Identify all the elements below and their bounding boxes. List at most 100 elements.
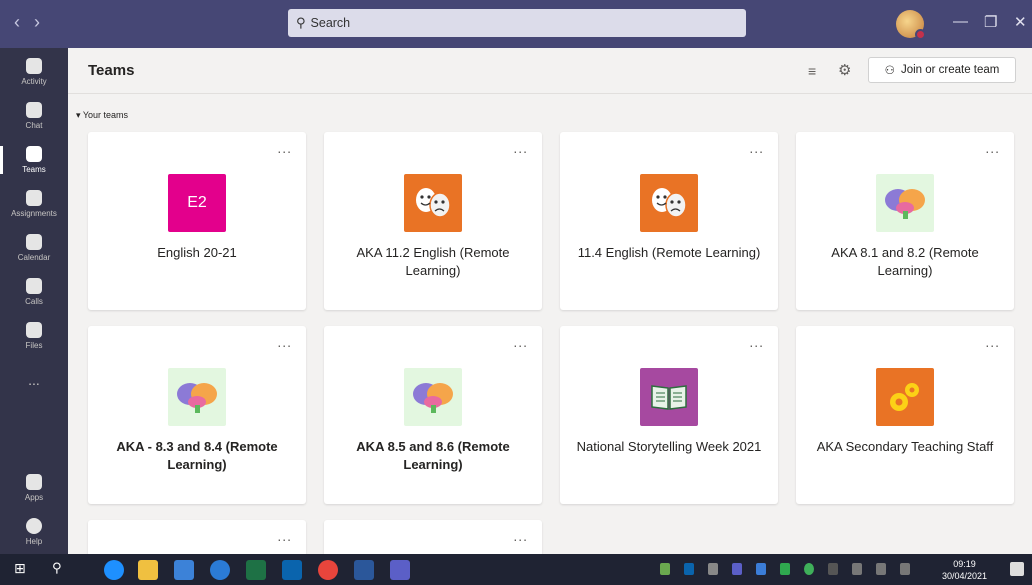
back-icon[interactable]: ‹ <box>14 12 20 33</box>
teams-icon <box>26 146 42 162</box>
excel-icon[interactable] <box>246 560 266 580</box>
more-options-icon[interactable]: ... <box>277 334 292 350</box>
volume-icon[interactable] <box>900 563 910 575</box>
bell-icon <box>26 58 42 74</box>
nav-arrows: ‹ › <box>14 12 40 33</box>
team-name: AKA Secondary Teaching Staff <box>816 439 994 454</box>
tray-icon[interactable] <box>756 563 766 575</box>
theatre-masks-icon <box>640 174 698 232</box>
team-name: AKA 8.1 and 8.2 (Remote Learning) <box>831 245 979 278</box>
team-card[interactable]: ... AKA 11.2 English (Remote Learning) <box>324 132 542 310</box>
clock-date: 30/04/2021 <box>942 571 988 581</box>
search-icon[interactable]: ⚲ <box>52 560 72 580</box>
team-name: AKA - 8.3 and 8.4 (Remote Learning) <box>116 439 278 472</box>
rail-item-more[interactable]: ... <box>0 358 68 402</box>
book-icon <box>640 368 698 426</box>
tray-icon[interactable] <box>660 563 670 575</box>
rail-item-teams[interactable]: Teams <box>0 138 68 182</box>
outlook-icon[interactable] <box>282 560 302 580</box>
more-options-icon[interactable]: ... <box>985 140 1000 156</box>
more-icon: ... <box>28 372 40 388</box>
team-card[interactable]: ... 11.4 English (Remote Learning) <box>560 132 778 310</box>
outlook-tray-icon[interactable] <box>684 563 694 575</box>
page-header: Teams ≡ ⚙ ⚇ Join or create team <box>68 48 1032 94</box>
rail-item-calendar[interactable]: Calendar <box>0 226 68 270</box>
more-options-icon[interactable]: ... <box>513 334 528 350</box>
team-card[interactable]: ... AKA 8.5 and 8.6 (Remote Learning) <box>324 326 542 504</box>
minimize-button[interactable]: — <box>953 13 968 30</box>
rail-item-activity[interactable]: Activity <box>0 50 68 94</box>
clock[interactable]: 09:19 30/04/2021 <box>942 558 987 582</box>
internet-explorer-icon[interactable] <box>210 560 230 580</box>
teams-taskbar-icon[interactable] <box>390 560 410 580</box>
team-card[interactable]: ... AKA Secondary Teaching Staff <box>796 326 1014 504</box>
brain-icon <box>876 174 934 232</box>
maximize-button[interactable]: ❐ <box>984 13 997 31</box>
team-card[interactable]: ... <box>88 520 306 554</box>
more-options-icon[interactable]: ... <box>749 334 764 350</box>
page-title: Teams <box>88 62 135 79</box>
backpack-icon <box>26 190 42 206</box>
word-icon[interactable] <box>354 560 374 580</box>
more-options-icon[interactable]: ... <box>513 140 528 156</box>
wifi-icon[interactable] <box>876 563 886 575</box>
rail-label: Calendar <box>17 253 51 262</box>
app-rail: Activity Chat Teams Assignments Calendar… <box>0 48 68 554</box>
team-card[interactable]: ... E2 English 20-21 <box>88 132 306 310</box>
more-options-icon[interactable]: ... <box>277 528 292 544</box>
brain-icon <box>404 368 462 426</box>
chrome-icon[interactable] <box>318 560 338 580</box>
join-or-create-team-button[interactable]: ⚇ Join or create team <box>868 57 1016 83</box>
help-icon <box>26 518 42 534</box>
team-card[interactable]: ... AKA 8.1 and 8.2 (Remote Learning) <box>796 132 1014 310</box>
apps-icon <box>26 474 42 490</box>
rail-label: Help <box>25 537 43 546</box>
tray-icon[interactable] <box>780 563 790 575</box>
add-team-icon: ⚇ <box>884 65 895 77</box>
more-options-icon[interactable]: ... <box>749 140 764 156</box>
section-label: Your teams <box>82 110 129 120</box>
notifications-icon[interactable] <box>1010 562 1024 576</box>
team-card[interactable]: ... National Storytelling Week 2021 <box>560 326 778 504</box>
filter-icon[interactable]: ≡ <box>808 63 816 79</box>
edge-icon[interactable] <box>104 560 124 580</box>
rail-item-help[interactable]: Help <box>0 510 68 554</box>
tray-icon[interactable] <box>708 563 718 575</box>
forward-icon[interactable]: › <box>34 12 40 33</box>
gear-icon[interactable]: ⚙ <box>838 61 851 79</box>
rail-label: Apps <box>24 493 44 502</box>
tray-icon[interactable] <box>828 563 838 575</box>
team-card[interactable]: ... AKA - 8.3 and 8.4 (Remote Learning) <box>88 326 306 504</box>
rail-label: Assignments <box>11 209 57 218</box>
team-name: English 20-21 <box>157 245 237 260</box>
close-button[interactable]: ✕ <box>1014 13 1027 31</box>
windows-start-icon[interactable]: ⊞ <box>14 560 34 580</box>
file-explorer-icon[interactable] <box>138 560 158 580</box>
main-content: Teams ≡ ⚙ ⚇ Join or create team ▾ Your t… <box>68 48 1032 554</box>
calendar-icon <box>26 234 42 250</box>
store-icon[interactable] <box>174 560 194 580</box>
rail-label: Teams <box>22 165 46 174</box>
team-card[interactable]: ... <box>324 520 542 554</box>
team-name: 11.4 English (Remote Learning) <box>577 245 761 260</box>
team-name: AKA 8.5 and 8.6 (Remote Learning) <box>356 439 510 472</box>
more-options-icon[interactable]: ... <box>277 140 292 156</box>
avatar[interactable] <box>896 10 926 40</box>
section-your-teams[interactable]: ▾ Your teams <box>76 110 128 121</box>
teams-tray-icon[interactable] <box>732 563 742 575</box>
rail-item-apps[interactable]: Apps <box>0 466 68 510</box>
chat-icon <box>26 102 42 118</box>
team-name: National Storytelling Week 2021 <box>576 439 762 454</box>
rail-label: Chat <box>25 121 43 130</box>
battery-icon[interactable] <box>852 563 862 575</box>
taskbar: ⊞ ⚲ 09:19 30/04/2021 <box>0 554 1032 585</box>
rail-item-chat[interactable]: Chat <box>0 94 68 138</box>
rail-item-files[interactable]: Files <box>0 314 68 358</box>
more-options-icon[interactable]: ... <box>985 334 1000 350</box>
more-options-icon[interactable]: ... <box>513 528 528 544</box>
rail-item-calls[interactable]: Calls <box>0 270 68 314</box>
search-input[interactable]: ⚲ Search <box>288 9 746 37</box>
tray-icon[interactable] <box>804 563 814 575</box>
title-bar: ‹ › ⚲ Search — ❐ ✕ <box>0 0 1032 48</box>
rail-item-assignments[interactable]: Assignments <box>0 182 68 226</box>
